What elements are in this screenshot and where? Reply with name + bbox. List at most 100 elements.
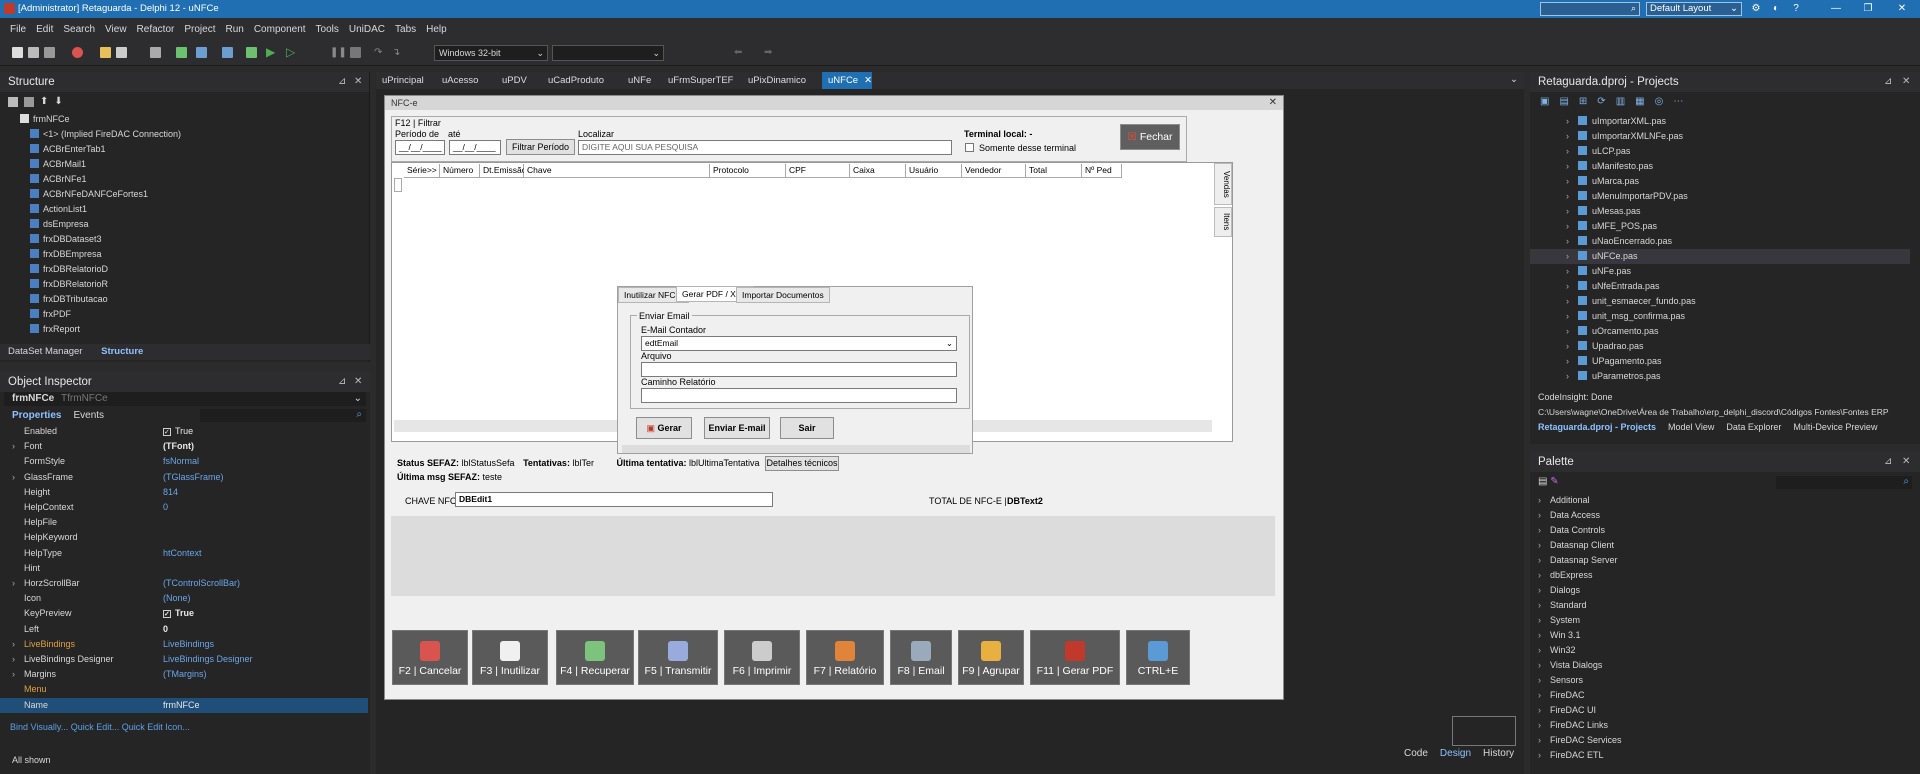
palette-category[interactable]: › Standard bbox=[1530, 598, 1910, 613]
project-file[interactable]: › uMenuImportarPDV.pas bbox=[1530, 189, 1910, 204]
palette-category[interactable]: › Data Controls bbox=[1530, 523, 1910, 538]
column-header[interactable]: CPF bbox=[786, 164, 850, 178]
menu-file[interactable]: File bbox=[10, 24, 26, 35]
tree-item[interactable]: ActionList1 bbox=[0, 202, 360, 217]
pause-icon[interactable]: ❚❚ bbox=[330, 47, 347, 58]
property-value[interactable]: 814 bbox=[163, 485, 178, 500]
editor-tab[interactable]: uPDV bbox=[496, 72, 542, 89]
add-icon[interactable]: ⊞ bbox=[1579, 96, 1587, 107]
menu-run[interactable]: Run bbox=[225, 24, 243, 35]
project-file[interactable]: › uMarca.pas bbox=[1530, 174, 1910, 189]
property-row[interactable]: HelpKeyword bbox=[0, 530, 368, 545]
tree-item[interactable]: ACBrNFeDANFCeFortes1 bbox=[0, 187, 360, 202]
column-header[interactable]: Vendedor bbox=[962, 164, 1026, 178]
view-icon[interactable]: ▦ bbox=[1635, 96, 1644, 107]
chevron-right-icon[interactable]: › bbox=[1538, 688, 1541, 703]
file-icon[interactable]: ▤ bbox=[1538, 476, 1547, 487]
tree-item[interactable]: ACBrMail1 bbox=[0, 157, 360, 172]
property-value[interactable]: LiveBindings Designer bbox=[163, 652, 253, 667]
chevron-right-icon[interactable]: › bbox=[1538, 568, 1541, 583]
property-row[interactable]: › Margins (TMargins) bbox=[0, 667, 368, 682]
property-row[interactable]: Icon (None) bbox=[0, 591, 368, 606]
chevron-right-icon[interactable]: › bbox=[1566, 114, 1569, 129]
chevron-right-icon[interactable]: › bbox=[1566, 204, 1569, 219]
remove-file-icon[interactable] bbox=[196, 47, 207, 58]
action-button[interactable]: F9 | Agrupar bbox=[958, 630, 1024, 685]
save-all-icon[interactable] bbox=[150, 47, 161, 58]
chevron-right-icon[interactable]: › bbox=[1566, 144, 1569, 159]
property-row[interactable]: Left 0 bbox=[0, 622, 368, 637]
chevron-right-icon[interactable]: › bbox=[1538, 538, 1541, 553]
tree-item[interactable]: frxReport bbox=[0, 322, 360, 337]
search-input[interactable]: DIGITE AQUI SUA PESQUISA bbox=[578, 140, 952, 155]
palette-category[interactable]: › Win32 bbox=[1530, 643, 1910, 658]
toggle-form-icon[interactable] bbox=[222, 47, 233, 58]
expand-icon[interactable]: › bbox=[12, 576, 15, 591]
action-button[interactable]: F11 | Gerar PDF bbox=[1030, 630, 1120, 685]
project-file[interactable]: › uParametros.pas bbox=[1530, 369, 1910, 384]
expand-icon[interactable]: › bbox=[12, 637, 15, 652]
chevron-right-icon[interactable]: › bbox=[1566, 354, 1569, 369]
only-terminal-checkbox[interactable] bbox=[965, 143, 974, 152]
palette-category[interactable]: › System bbox=[1530, 613, 1910, 628]
property-value[interactable]: LiveBindings bbox=[163, 637, 214, 652]
property-value[interactable]: ✓ True bbox=[163, 606, 194, 621]
close-icon[interactable]: ✕ bbox=[1894, 2, 1910, 16]
property-row[interactable]: FormStyle fsNormal bbox=[0, 454, 368, 469]
palette-category[interactable]: › Win 3.1 bbox=[1530, 628, 1910, 643]
arquivo-input[interactable] bbox=[641, 362, 957, 377]
chevron-right-icon[interactable]: › bbox=[1566, 279, 1569, 294]
filter-icon[interactable]: ✎ bbox=[1550, 476, 1558, 487]
open-folder-icon[interactable] bbox=[100, 47, 111, 58]
chevron-right-icon[interactable]: › bbox=[1566, 159, 1569, 174]
run-without-debug-icon[interactable]: ▷ bbox=[286, 46, 297, 58]
editor-tab[interactable]: uAcesso bbox=[436, 72, 496, 89]
tab-properties[interactable]: Properties bbox=[12, 410, 61, 421]
open-project-icon[interactable] bbox=[72, 47, 83, 58]
property-row[interactable]: KeyPreview ✓ True bbox=[0, 606, 368, 621]
tree-item[interactable]: frxDBEmpresa bbox=[0, 247, 360, 262]
editor-tab[interactable]: uFrmSuperTEF bbox=[662, 72, 742, 89]
chevron-right-icon[interactable]: › bbox=[1538, 598, 1541, 613]
chevron-right-icon[interactable]: › bbox=[1566, 324, 1569, 339]
tab-structure[interactable]: Structure bbox=[93, 346, 151, 357]
chave-input[interactable]: DBEdit1 bbox=[455, 492, 773, 507]
menu-component[interactable]: Component bbox=[254, 24, 306, 35]
chevron-right-icon[interactable]: › bbox=[1566, 189, 1569, 204]
chevron-right-icon[interactable]: › bbox=[1538, 583, 1541, 598]
project-file[interactable]: › Upadrao.pas bbox=[1530, 339, 1910, 354]
property-value[interactable]: (TGlassFrame) bbox=[163, 470, 224, 485]
menu-view[interactable]: View bbox=[105, 24, 127, 35]
chevron-right-icon[interactable]: › bbox=[1566, 174, 1569, 189]
ide-search-input[interactable]: ⌕ bbox=[1540, 2, 1640, 16]
editor-tab[interactable]: uCadProduto bbox=[542, 72, 622, 89]
project-files[interactable]: › uImportarXML.pas › uImportarXMLNFe.pas › uL… bbox=[1530, 114, 1910, 384]
add-file-icon[interactable] bbox=[176, 47, 187, 58]
help-icon[interactable]: ? bbox=[1788, 2, 1804, 16]
chevron-right-icon[interactable]: › bbox=[1566, 129, 1569, 144]
pin-icon[interactable]: ⊿ bbox=[1884, 456, 1892, 467]
tree-item[interactable]: frxDBTributacao bbox=[0, 292, 360, 307]
close-icon[interactable]: ✕ bbox=[1269, 97, 1277, 108]
editor-tab[interactable]: uPixDinamico bbox=[742, 72, 822, 89]
property-row[interactable]: Height 814 bbox=[0, 485, 368, 500]
tree-item[interactable]: ACBrEnterTab1 bbox=[0, 142, 360, 157]
project-file[interactable]: › uManifesto.pas bbox=[1530, 159, 1910, 174]
more-icon[interactable]: ⋯ bbox=[1673, 96, 1683, 107]
chevron-right-icon[interactable]: › bbox=[1538, 733, 1541, 748]
collapse-icon[interactable] bbox=[24, 96, 34, 107]
toggle-unit-icon[interactable] bbox=[246, 47, 257, 58]
property-row[interactable]: HelpContext 0 bbox=[0, 500, 368, 515]
action-button[interactable]: F8 | Email bbox=[890, 630, 952, 685]
expand-icon[interactable]: ▥ bbox=[1616, 96, 1625, 107]
save-icon[interactable] bbox=[116, 47, 127, 58]
structure-tree[interactable]: frmNFCe <1> (Implied FireDAC Connection)… bbox=[0, 112, 360, 334]
property-row[interactable]: › LiveBindings Designer LiveBindings Desig… bbox=[0, 652, 368, 667]
step-over-icon[interactable]: ↷ bbox=[374, 47, 385, 58]
arrow-up-icon[interactable]: ⬆ bbox=[40, 96, 48, 107]
property-value[interactable]: (TControlScrollBar) bbox=[163, 576, 240, 591]
property-value[interactable]: 0 bbox=[163, 622, 168, 637]
tab-history[interactable]: History bbox=[1483, 748, 1514, 759]
tree-item[interactable]: frxDBRelatorioD bbox=[0, 262, 360, 277]
chevron-right-icon[interactable]: › bbox=[1566, 369, 1569, 384]
